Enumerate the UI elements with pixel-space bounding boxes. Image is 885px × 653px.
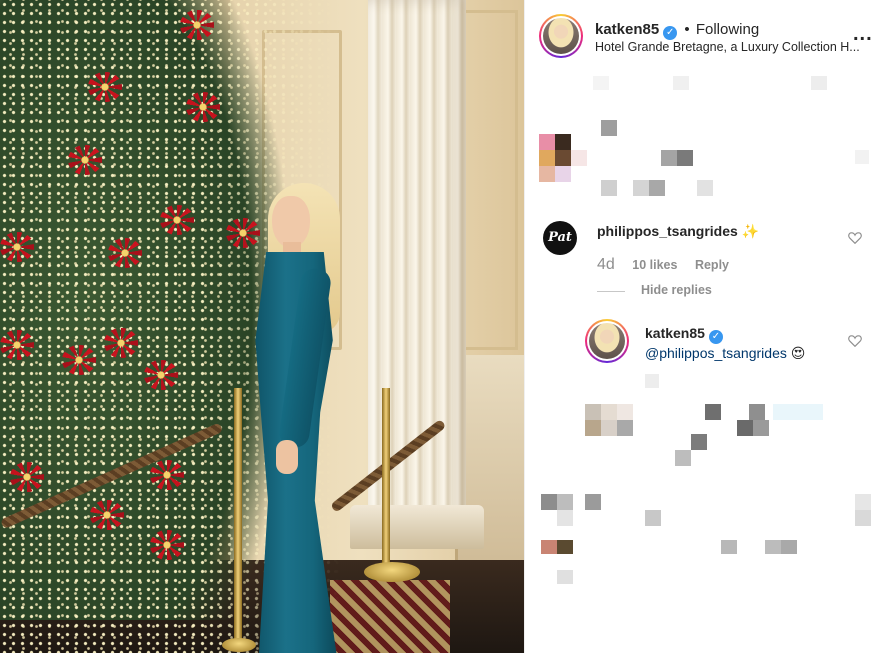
- hide-replies-line: [597, 291, 625, 292]
- photo-poinsettia: [226, 218, 260, 248]
- photo-poinsettia: [90, 500, 124, 530]
- reply-username[interactable]: katken85: [645, 325, 705, 341]
- header-separator: •: [684, 21, 690, 38]
- comment-line: philippos_tsangrides ✨: [597, 223, 759, 240]
- post-header: katken85 ✓ • Following Hotel Grande Breta…: [525, 0, 885, 76]
- photo-poinsettia: [160, 205, 194, 235]
- following-button[interactable]: Following: [696, 21, 759, 38]
- photo-stanchion-base: [222, 638, 256, 652]
- author-line: katken85 ✓ • Following: [595, 21, 759, 40]
- photo-poinsettia: [150, 460, 184, 490]
- comment-age: 4d: [597, 256, 615, 273]
- photo-stanchion-base: [364, 562, 420, 582]
- author-username[interactable]: katken85: [595, 21, 659, 38]
- reply-button[interactable]: Reply: [695, 258, 729, 272]
- photo-rug: [330, 580, 450, 653]
- reply-author-avatar[interactable]: [585, 319, 629, 363]
- comment-likes[interactable]: 10 likes: [632, 258, 677, 272]
- author-avatar[interactable]: [539, 14, 583, 58]
- commenter-username[interactable]: philippos_tsangrides: [597, 223, 738, 239]
- verified-badge-icon: ✓: [708, 330, 723, 344]
- photo-poinsettia: [104, 328, 138, 358]
- photo-poinsettia: [68, 145, 102, 175]
- comment-meta: 4d 10 likes Reply: [597, 256, 729, 274]
- commenter-avatar[interactable]: Pat: [543, 221, 577, 255]
- photo-poinsettia: [150, 530, 184, 560]
- photo-poinsettia: [186, 92, 220, 122]
- comment-text: ✨: [741, 223, 760, 239]
- post-side-panel: katken85 ✓ • Following Hotel Grande Breta…: [524, 0, 885, 653]
- photo-stanchion: [382, 388, 390, 573]
- photo-column-base: [350, 505, 484, 549]
- photo-poinsettia: [144, 360, 178, 390]
- photo-poinsettia: [62, 345, 96, 375]
- photo-poinsettia: [108, 238, 142, 268]
- post-photo[interactable]: [0, 0, 524, 653]
- hide-replies-button[interactable]: Hide replies: [641, 283, 712, 297]
- heart-icon[interactable]: [848, 334, 862, 347]
- photo-wall-panel: [458, 10, 518, 350]
- reply-mention-link[interactable]: @philippos_tsangrides: [645, 345, 787, 361]
- photo-poinsettia: [180, 10, 214, 40]
- photo-poinsettia: [88, 72, 122, 102]
- photo-woman-hand: [276, 440, 298, 474]
- photo-stanchion: [234, 388, 242, 646]
- heart-icon[interactable]: [848, 231, 862, 244]
- photo-woman-face: [272, 196, 310, 248]
- post-location-link[interactable]: Hotel Grande Bretagne, a Luxury Collecti…: [595, 40, 875, 54]
- photo-poinsettia: [10, 462, 44, 492]
- more-options-icon[interactable]: ...: [853, 23, 873, 46]
- photo-poinsettia: [0, 232, 34, 262]
- reply-text-line: @philippos_tsangrides 😍: [645, 345, 805, 362]
- photo-poinsettia: [0, 330, 34, 360]
- reply-emoji: 😍: [790, 345, 806, 361]
- reply-username-line: katken85 ✓: [645, 325, 723, 344]
- verified-badge-icon: ✓: [663, 26, 678, 40]
